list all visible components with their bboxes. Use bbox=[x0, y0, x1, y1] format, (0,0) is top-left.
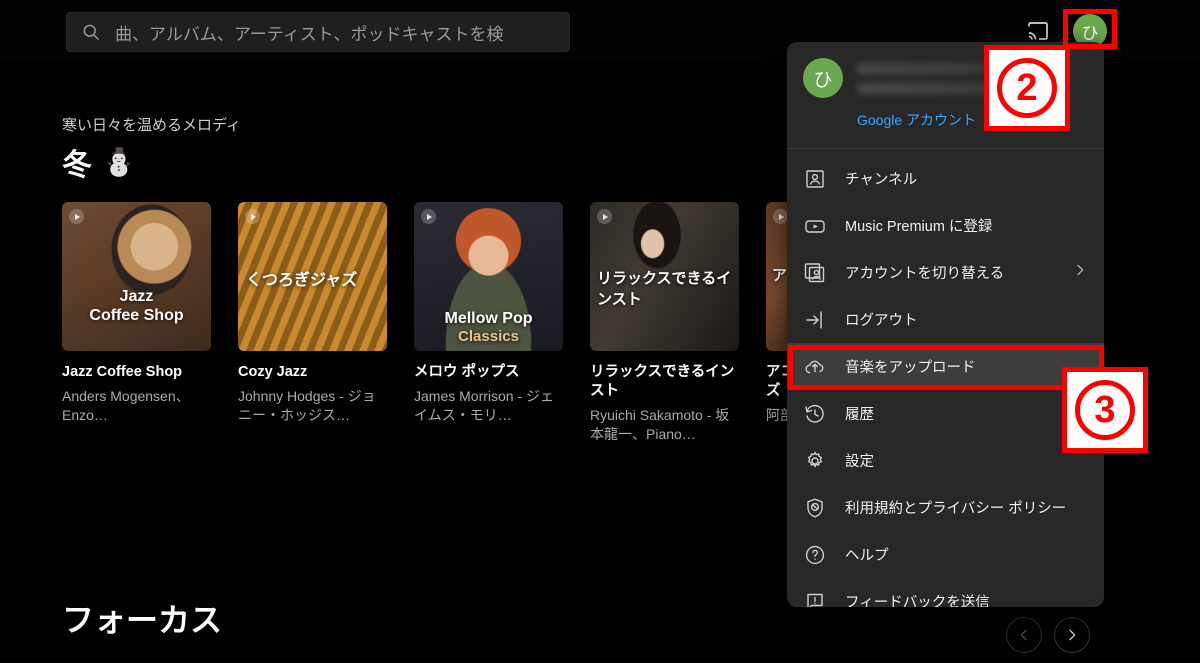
focus-section-title: フォーカス bbox=[62, 602, 223, 638]
album-card[interactable]: Jazz Coffee Shop Jazz Coffee Shop Anders… bbox=[62, 202, 211, 443]
carousel-next-button[interactable] bbox=[1054, 617, 1090, 653]
shield-policy-icon bbox=[803, 496, 827, 520]
carousel-nav bbox=[1006, 617, 1090, 653]
art-line-2: Classics bbox=[458, 328, 519, 345]
album-title[interactable]: Jazz Coffee Shop bbox=[62, 363, 211, 382]
menu-avatar: ひ bbox=[803, 58, 843, 98]
menu-item-history[interactable]: 履歴 bbox=[787, 390, 1104, 437]
shelf-subtitle: 寒い日々を温めるメロディ bbox=[62, 117, 241, 134]
menu-divider bbox=[787, 148, 1104, 149]
menu-item-label: ログアウト bbox=[845, 313, 918, 329]
play-badge-icon bbox=[69, 209, 84, 224]
album-title[interactable]: Cozy Jazz bbox=[238, 363, 387, 382]
search-box[interactable]: 曲、アルバム、アーティスト、ポッドキャストを検 bbox=[66, 12, 570, 52]
channel-person-icon bbox=[803, 167, 827, 191]
switch-account-icon bbox=[803, 261, 827, 285]
album-subtitle[interactable]: James Morrison - ジェイムス・モリ… bbox=[414, 387, 563, 424]
avatar-initial: ひ bbox=[1081, 23, 1099, 43]
album-thumbnail[interactable]: リラックスできるインスト bbox=[590, 202, 739, 351]
carousel-prev-button[interactable] bbox=[1006, 617, 1042, 653]
album-subtitle[interactable]: Anders Mogensen、Enzo… bbox=[62, 387, 211, 424]
annotation-step-2-digit: 2 bbox=[997, 58, 1057, 118]
logout-icon bbox=[803, 308, 827, 332]
chevron-right-icon bbox=[1072, 262, 1088, 283]
thumbnail-overlay-text: くつろぎジャズ bbox=[246, 272, 358, 289]
menu-item-channel[interactable]: チャンネル bbox=[787, 155, 1104, 202]
menu-item-switch-account[interactable]: アカウントを切り替える bbox=[787, 249, 1104, 296]
snowman-icon: ⛄ bbox=[102, 147, 136, 177]
annotation-step-3-digit: 3 bbox=[1075, 380, 1135, 440]
art-line-1: Mellow Pop bbox=[444, 310, 533, 327]
thumbnail-overlay-text: Jazz Coffee Shop bbox=[62, 288, 211, 326]
menu-item-label: ヘルプ bbox=[845, 548, 889, 564]
menu-item-label: アカウントを切り替える bbox=[845, 266, 1005, 282]
album-thumbnail[interactable]: Mellow Pop Classics bbox=[414, 202, 563, 351]
menu-avatar-initial: ひ bbox=[813, 69, 833, 91]
search-input-placeholder[interactable]: 曲、アルバム、アーティスト、ポッドキャストを検 bbox=[115, 20, 503, 45]
menu-item-label: Music Premium に登録 bbox=[845, 219, 993, 235]
search-icon bbox=[81, 22, 101, 42]
cloud-upload-icon bbox=[803, 355, 827, 379]
thumbnail-overlay-text: ア bbox=[772, 267, 788, 284]
menu-item-label: 設定 bbox=[845, 454, 874, 470]
account-name-blurred bbox=[857, 62, 985, 74]
album-card[interactable]: くつろぎジャズ Cozy Jazz Johnny Hodges - ジョニー・ホ… bbox=[238, 202, 387, 443]
shelf-title: 冬 ⛄ bbox=[62, 140, 136, 184]
annotation-step-2: 2 bbox=[984, 45, 1070, 131]
feedback-flag-icon bbox=[803, 590, 827, 607]
menu-item-send-feedback[interactable]: フィードバックを送信 bbox=[787, 578, 1104, 607]
album-thumbnail[interactable]: くつろぎジャズ bbox=[238, 202, 387, 351]
album-subtitle[interactable]: Ryuichi Sakamoto - 坂本龍一、Piano… bbox=[590, 406, 739, 443]
art-line-2: Coffee Shop bbox=[89, 306, 184, 324]
menu-item-label: 音楽をアップロード bbox=[845, 360, 976, 376]
history-clock-icon bbox=[803, 402, 827, 426]
shelf-title-text: 冬 bbox=[62, 149, 92, 182]
youtube-music-window: 曲、アルバム、アーティスト、ポッドキャストを検 ひ 寒い日々を温めるメロディ 冬… bbox=[0, 0, 1200, 663]
menu-item-label: 履歴 bbox=[845, 407, 874, 423]
menu-item-help[interactable]: ヘルプ bbox=[787, 531, 1104, 578]
album-title[interactable]: リラックスできるインスト bbox=[590, 363, 739, 401]
menu-item-logout[interactable]: ログアウト bbox=[787, 296, 1104, 343]
gear-icon bbox=[803, 449, 827, 473]
album-card[interactable]: リラックスできるインスト リラックスできるインスト Ryuichi Sakamo… bbox=[590, 202, 739, 443]
play-badge-icon bbox=[773, 209, 788, 224]
menu-item-label: 利用規約とプライバシー ポリシー bbox=[845, 501, 1067, 517]
help-question-icon bbox=[803, 543, 827, 567]
menu-item-label: チャンネル bbox=[845, 172, 918, 188]
play-badge-icon bbox=[597, 209, 612, 224]
thumbnail-overlay-text: リラックスできるインスト bbox=[597, 270, 732, 308]
album-thumbnail[interactable]: Jazz Coffee Shop bbox=[62, 202, 211, 351]
menu-item-terms-privacy[interactable]: 利用規約とプライバシー ポリシー bbox=[787, 484, 1104, 531]
art-line-1: Jazz bbox=[119, 288, 154, 305]
cast-icon[interactable] bbox=[1024, 18, 1052, 42]
album-subtitle[interactable]: Johnny Hodges - ジョニー・ホッジス… bbox=[238, 387, 387, 424]
album-title[interactable]: メロウ ポップス bbox=[414, 363, 563, 382]
play-badge-icon bbox=[421, 209, 436, 224]
annotation-step-3: 3 bbox=[1062, 367, 1148, 453]
play-badge-icon bbox=[245, 209, 260, 224]
youtube-play-icon bbox=[803, 214, 827, 238]
menu-item-label: フィードバックを送信 bbox=[845, 595, 990, 607]
album-card[interactable]: Mellow Pop Classics メロウ ポップス James Morri… bbox=[414, 202, 563, 443]
menu-item-settings[interactable]: 設定 bbox=[787, 437, 1104, 484]
menu-item-upload-music[interactable]: 音楽をアップロード bbox=[787, 343, 1104, 390]
menu-item-music-premium[interactable]: Music Premium に登録 bbox=[787, 202, 1104, 249]
